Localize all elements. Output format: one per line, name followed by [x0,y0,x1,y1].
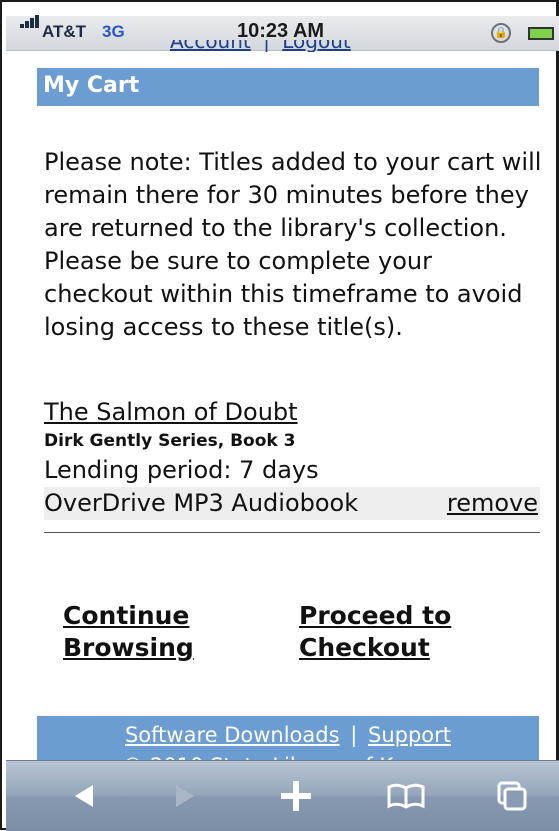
footer-links: Software Downloads | Support [37,723,539,747]
add-bookmark-button[interactable] [256,761,336,831]
cart-item-format-row: OverDrive MP3 Audiobook remove [44,487,540,520]
bookmarks-icon [387,783,425,809]
page-title: My Cart [43,73,140,98]
pages-button[interactable] [472,761,552,831]
browser-toolbar [6,760,559,831]
proceed-to-checkout-line1: Proceed to [299,601,452,630]
forward-button[interactable] [143,761,223,831]
back-icon [75,785,93,807]
back-button[interactable] [46,761,126,831]
page-footer: Software Downloads | Support © 2010 Stat… [37,716,539,766]
footer-separator: | [350,723,358,747]
carrier-name: AT&T [42,22,87,41]
continue-browsing-line2: Browsing [63,633,194,662]
remove-link[interactable]: remove [447,487,538,520]
support-link[interactable]: Support [368,723,451,747]
pages-icon [497,781,527,811]
proceed-to-checkout-line2: Checkout [299,633,430,662]
rotation-lock-icon: 🔒 [491,23,511,43]
link-separator: | [263,40,270,52]
account-link[interactable]: Account [170,40,251,52]
bookmarks-button[interactable] [366,761,446,831]
continue-browsing-link[interactable]: Continue Browsing [63,600,233,664]
account-links: Account | Logout [170,40,351,52]
page-header: My Cart [37,68,539,106]
cart-note: Please note: Titles added to your cart w… [44,148,542,341]
software-downloads-link[interactable]: Software Downloads [125,723,340,747]
cart-item-format: OverDrive MP3 Audiobook [44,489,359,517]
divider [44,532,540,533]
logout-link[interactable]: Logout [282,40,350,52]
cart-item-title-link[interactable]: The Salmon of Doubt [44,398,298,426]
cart-item-lending-period: Lending period: 7 days [44,456,319,484]
add-icon [281,781,311,811]
proceed-to-checkout-link[interactable]: Proceed to Checkout [299,600,499,664]
cart-item-series: Dirk Gently Series, Book 3 [44,431,296,451]
forward-icon [176,785,194,807]
continue-browsing-line1: Continue [63,601,190,630]
network-type: 3G [102,22,125,41]
battery-icon [528,27,554,40]
